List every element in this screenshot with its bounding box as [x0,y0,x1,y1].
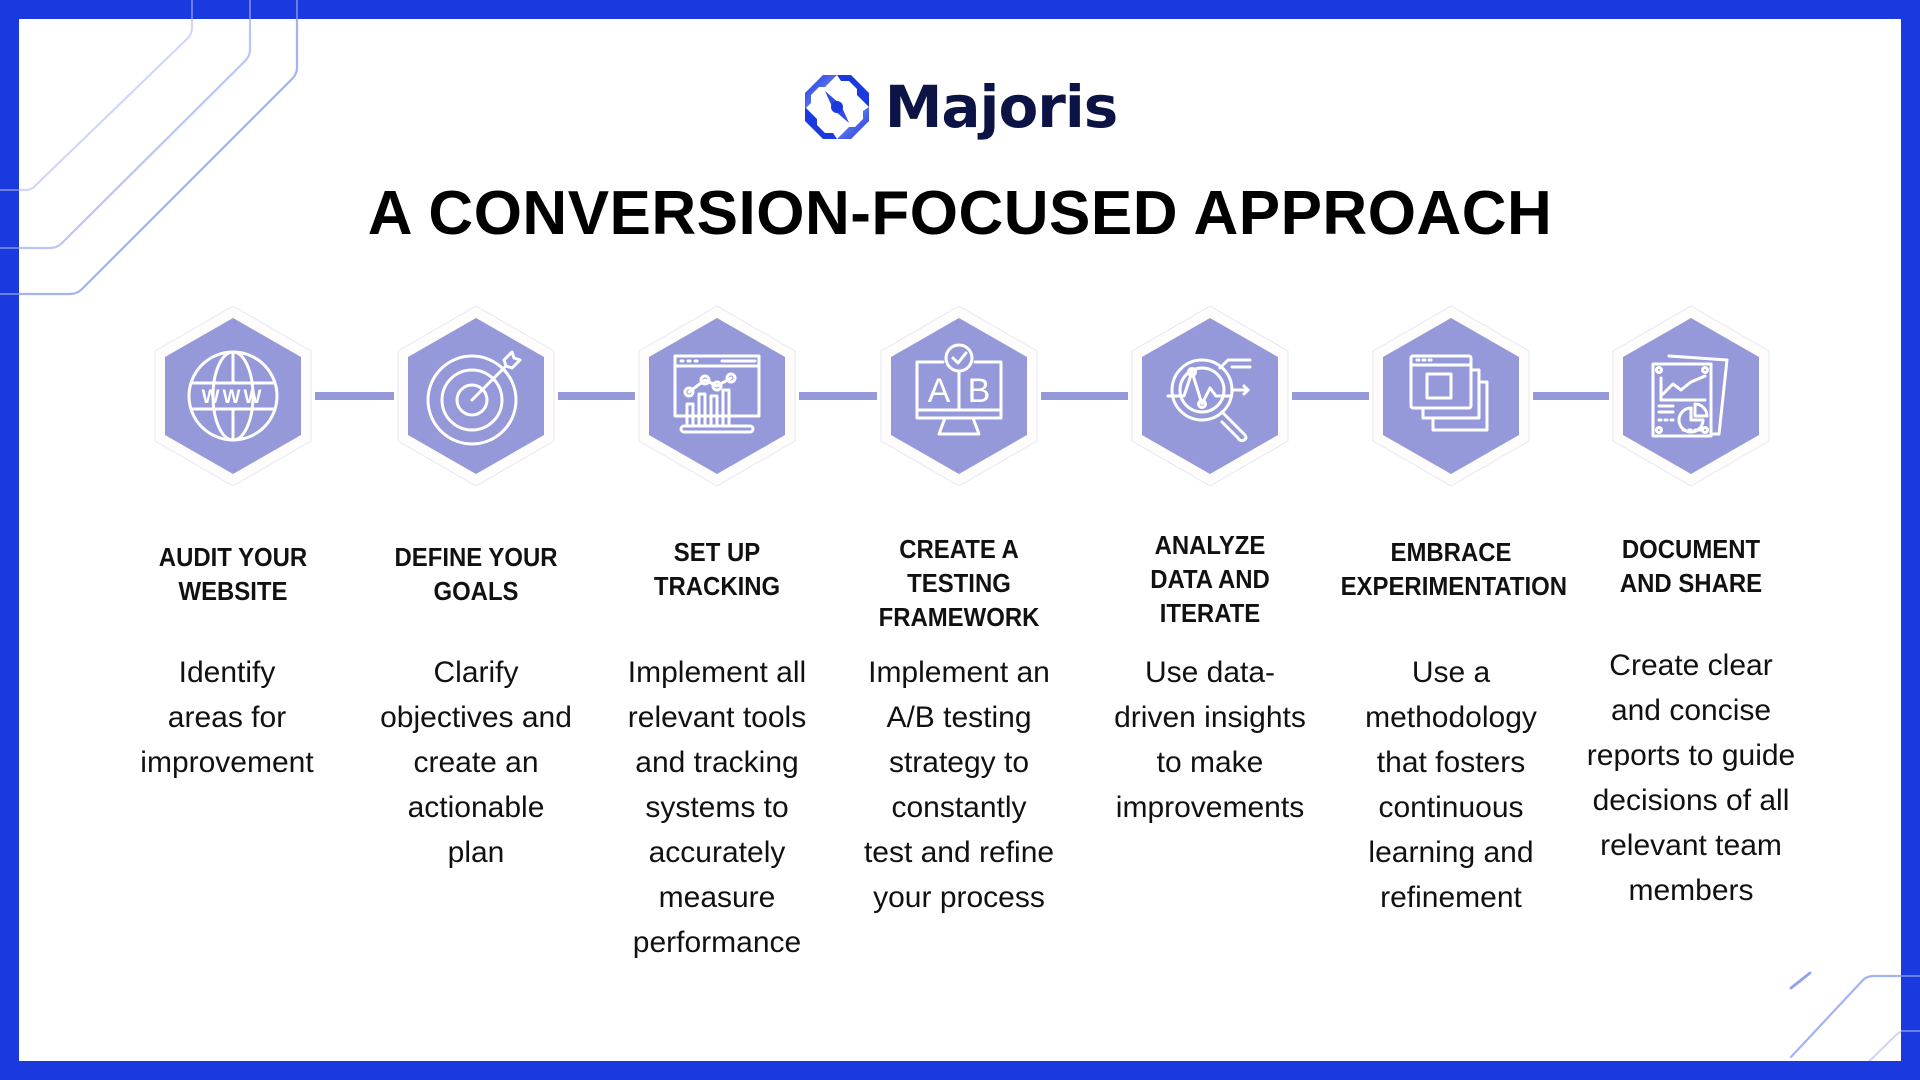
step-title: AUDIT YOUR WEBSITE [123,540,344,608]
step-description-line: decisions of all [1592,784,1790,817]
step-description-line: refinement [1380,881,1522,914]
step-description-line: Use a [1411,656,1491,689]
step-description-line: Implement all [627,656,807,689]
step-title-line: DOCUMENT [1621,534,1761,564]
step-title-line: SET UP [673,537,761,567]
step-description-line: objectives and [380,701,572,734]
step-connector [1533,392,1609,400]
step-description-line: relevant team [1600,829,1782,862]
step-description-line: accurately [648,836,786,869]
step-description-line: improvements [1115,791,1305,824]
step-title: DOCUMENT AND SHARE [1581,532,1802,600]
step-title-line: EXPERIMENTATION [1340,571,1567,601]
step-title-line: ANALYZE [1154,530,1266,560]
step-title-line: FRAMEWORK [878,602,1040,632]
step-title-line: GOALS [433,576,519,606]
step-hexagon [1128,305,1292,487]
step-description-line: constantly [891,791,1027,824]
step-title-line: AND SHARE [1619,568,1763,598]
step-hexagon [635,305,799,487]
step-description-line: Use data- [1144,656,1276,689]
step-description: Implement all relevant tools and tracking s… [597,650,837,965]
step-connector [558,392,635,400]
step-title-line: EMBRACE [1390,537,1512,567]
step-description-line: areas for [167,701,287,734]
step-connector [799,392,877,400]
process-steps: WWW AUDIT YOUR WEBSITE Identify areas for im… [0,0,1920,1080]
step-connector [1041,392,1128,400]
step-description: Use data-driven insights to make improveme… [1090,650,1330,830]
step-title-line: WEBSITE [178,576,288,606]
step-title: CREATE A TESTING FRAMEWORK [849,532,1070,634]
step-description-line: strategy to [888,746,1030,779]
step-title-line: AUDIT YOUR [158,542,308,572]
step-description-line: members [1628,874,1754,907]
step-connector [1292,392,1369,400]
globe-www-icon: WWW [187,350,279,442]
step-title: ANALYZE DATA AND ITERATE [1100,528,1321,630]
step-description-line: Implement an [868,656,1050,689]
step-description-line: and concise [1610,694,1772,727]
step-title-line: TRACKING [653,571,781,601]
step-description-line: Identify [178,656,276,689]
step-hexagon: A B [877,305,1041,487]
step-description: Identify areas for improvement [107,650,347,785]
step-description-line: create an [413,746,539,779]
step-description: Create clear and concise reports to guide d… [1571,643,1811,913]
step-description: Clarify objectives and create an actionable… [356,650,596,875]
step-description-line: actionable [407,791,545,824]
step-description-line: Clarify [433,656,519,689]
step-description-line: measure [658,881,776,914]
step-description-line: to make [1156,746,1264,779]
step-description-line: Create clear [1609,649,1773,682]
step-description-line: A/B testing [886,701,1032,734]
step-hexagon [1609,305,1773,487]
step-hexagon [1369,305,1533,487]
step-description-line: systems to [645,791,789,824]
step-connector [315,392,394,400]
step-description-line: test and refine [863,836,1055,869]
step-title: SET UP TRACKING [607,535,828,603]
step-description-line: driven insights [1114,701,1306,734]
step-title-line: ITERATE [1159,598,1261,628]
step-description-line: learning and [1368,836,1534,869]
step-description-line: performance [632,926,802,959]
step-description-line: and tracking [635,746,799,779]
step-hexagon: WWW [151,305,315,487]
step-description-line: reports to guide [1586,739,1796,772]
step-description: Use a methodology that fosters continuous le… [1331,650,1571,920]
svg-text:A: A [928,372,951,410]
svg-text:WWW: WWW [202,387,265,408]
step-title-line: DEFINE YOUR [394,542,558,572]
step-description-line: continuous [1378,791,1524,824]
step-description-line: your process [873,881,1045,914]
step-description-line: relevant tools [627,701,807,734]
step-description-line: methodology [1365,701,1537,734]
svg-text:B: B [968,372,991,410]
step-title-line: TESTING [907,568,1011,598]
step-description-line: improvement [140,746,314,779]
step-description-line: that fosters [1376,746,1526,779]
step-title: EMBRACE EXPERIMENTATION [1340,535,1567,603]
step-description-line: plan [447,836,505,869]
step-title-line: DATA AND [1150,564,1270,594]
step-title: DEFINE YOUR GOALS [366,540,587,608]
step-title-line: CREATE A [899,534,1019,564]
step-description: Implement an A/B testing strategy to consta… [839,650,1079,920]
step-hexagon [394,305,558,487]
